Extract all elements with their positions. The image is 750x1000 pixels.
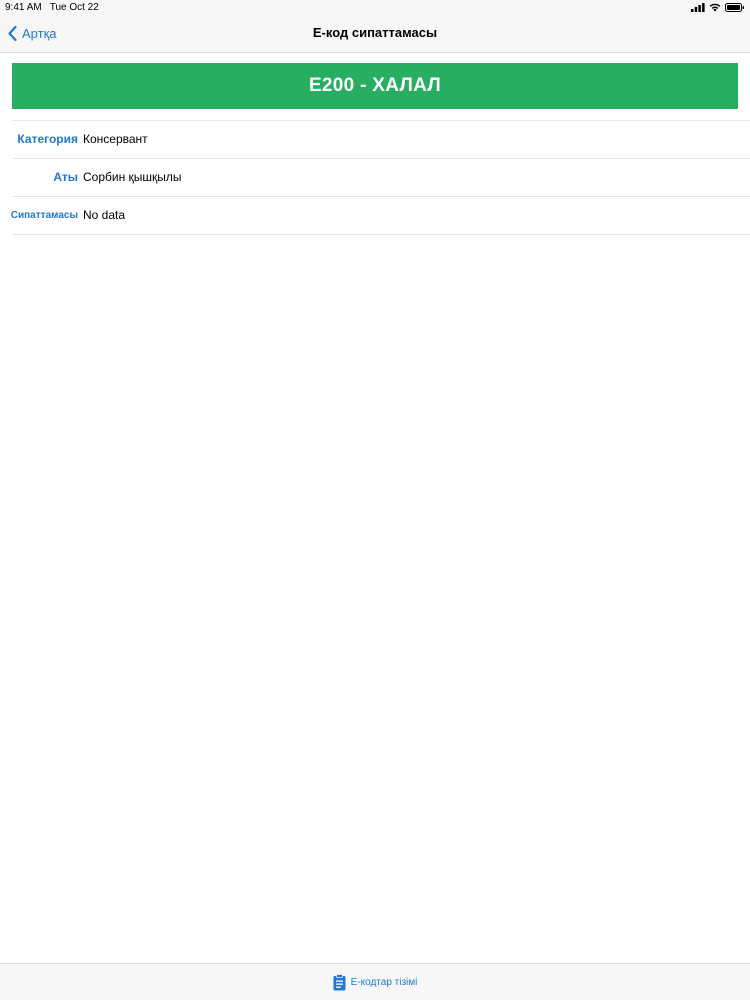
category-value: Консервант bbox=[83, 132, 148, 146]
status-right bbox=[691, 2, 745, 12]
detail-row-name: Аты Сорбин қышқылы bbox=[12, 158, 750, 196]
status-time: 9:41 AM bbox=[5, 1, 42, 13]
tab-ecodes-list-label: Е-кодтар тізімі bbox=[350, 977, 418, 988]
status-left: 9:41 AM Tue Oct 22 bbox=[5, 2, 99, 13]
detail-row-category: Категория Консервант bbox=[12, 120, 750, 158]
wifi-icon bbox=[709, 3, 721, 11]
status-banner: E200 - ХАЛАЛ bbox=[12, 63, 738, 109]
battery-icon bbox=[725, 2, 744, 12]
app-screen: 9:41 AM Tue Oct 22 Артқа Е-код сипаттама… bbox=[0, 0, 750, 1000]
back-button-label: Артқа bbox=[22, 25, 57, 41]
name-label: Аты bbox=[53, 170, 78, 184]
category-label: Категория bbox=[17, 132, 78, 146]
navigation-bar: Артқа Е-код сипаттамасы bbox=[0, 14, 750, 53]
status-bar: 9:41 AM Tue Oct 22 bbox=[0, 0, 750, 14]
chevron-left-icon bbox=[8, 25, 17, 41]
status-date: Tue Oct 22 bbox=[49, 1, 99, 13]
tab-bar: Е-кодтар тізімі bbox=[0, 963, 750, 1000]
description-label: Сипаттамасы bbox=[10, 210, 78, 221]
tab-ecodes-list[interactable]: Е-кодтар тізімі bbox=[333, 974, 418, 991]
name-value: Сорбин қышқылы bbox=[83, 170, 182, 184]
description-value: No data bbox=[83, 208, 126, 222]
detail-row-description: Сипаттамасы No data bbox=[10, 196, 750, 235]
details-list: Категория Консервант Аты Сорбин қышқылы … bbox=[10, 120, 750, 235]
clipboard-list-icon bbox=[333, 974, 346, 991]
page-title: Е-код сипаттамасы bbox=[312, 25, 438, 40]
back-button[interactable]: Артқа bbox=[8, 14, 57, 52]
cellular-signal-icon bbox=[691, 2, 705, 12]
